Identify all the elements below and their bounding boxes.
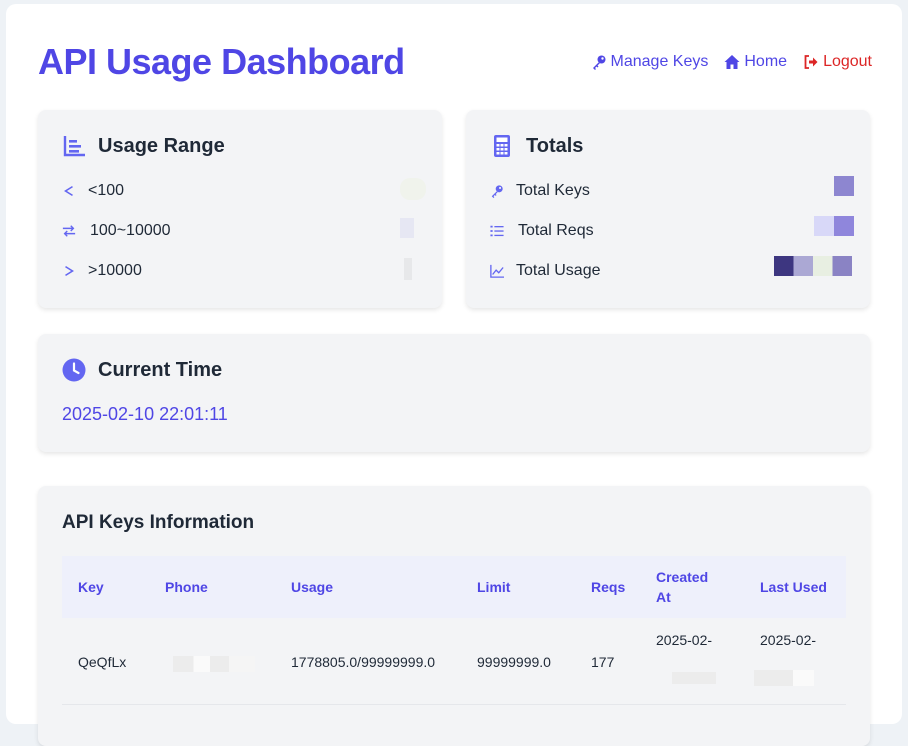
- key-icon: [490, 184, 504, 198]
- cell-limit: 99999999.0: [477, 654, 551, 670]
- redacted-value: [400, 178, 426, 200]
- manage-keys-label: Manage Keys: [610, 53, 709, 70]
- current-time-heading: Current Time: [62, 358, 222, 382]
- column-header-limit[interactable]: Limit: [477, 556, 510, 618]
- column-header-key[interactable]: Key: [78, 556, 104, 618]
- totals-item: Total Keys: [490, 182, 590, 200]
- home-icon: [724, 55, 740, 69]
- current-time-card: Current Time 2025-02-10 22:01:11: [38, 334, 870, 452]
- column-header-last-used[interactable]: Last Used: [760, 556, 827, 618]
- line-chart-icon: [490, 264, 504, 278]
- home-label: Home: [744, 53, 788, 70]
- cell-phone-redacted: [173, 656, 255, 672]
- usage-range-card: Usage Range <100 100~10000 >10000: [38, 110, 442, 308]
- api-keys-title: API Keys Information: [62, 512, 255, 533]
- logout-icon: [804, 55, 818, 69]
- usage-range-title: Usage Range: [98, 134, 225, 157]
- table-header: Key Phone Usage Limit Reqs Created At La…: [62, 556, 846, 618]
- table-row: QeQfLx 1778805.0/99999999.0 99999999.0 1…: [62, 618, 846, 705]
- totals-card: Totals Total Keys Total Reqs Total Usage: [466, 110, 870, 308]
- calculator-icon: [494, 135, 510, 157]
- greater-than-icon: [62, 264, 76, 278]
- cell-last-used: 2025-02-: [760, 632, 817, 648]
- totals-title: Totals: [526, 134, 584, 157]
- bar-chart-icon: [63, 136, 85, 157]
- top-nav: Manage Keys Home Logout: [591, 53, 872, 71]
- redacted-value: [400, 218, 414, 238]
- cell-usage: 1778805.0/99999999.0: [291, 654, 436, 670]
- clock-icon: [62, 358, 86, 382]
- usage-range-item: 100~10000: [62, 222, 171, 240]
- logout-label: Logout: [823, 53, 872, 70]
- cell-reqs: 177: [591, 654, 615, 670]
- usage-range-item: <100: [62, 182, 124, 200]
- exchange-icon: [62, 224, 76, 238]
- totals-item: Total Usage: [490, 262, 601, 280]
- redacted-value: [834, 176, 854, 196]
- list-icon: [490, 224, 504, 238]
- cell-key: QeQfLx: [78, 654, 127, 670]
- totals-item: Total Reqs: [490, 222, 594, 240]
- cell-last-used-redacted: [754, 670, 814, 686]
- totals-heading: Totals: [490, 134, 583, 158]
- current-time-title: Current Time: [98, 358, 223, 381]
- api-keys-card: API Keys Information Key Phone Usage Lim…: [38, 486, 870, 746]
- cell-created-at-redacted: [672, 672, 716, 684]
- redacted-value: [814, 216, 854, 236]
- dashboard-page: API Usage Dashboard Manage Keys Home Log…: [6, 4, 902, 746]
- column-header-reqs[interactable]: Reqs: [591, 556, 625, 618]
- column-header-created-at[interactable]: Created At: [656, 556, 726, 618]
- header: API Usage Dashboard Manage Keys Home Log…: [38, 34, 872, 90]
- usage-range-heading: Usage Range: [62, 134, 225, 158]
- logout-link[interactable]: Logout: [803, 53, 872, 71]
- page-title: API Usage Dashboard: [38, 41, 405, 82]
- manage-keys-link[interactable]: Manage Keys: [591, 53, 709, 71]
- usage-range-item: >10000: [62, 262, 142, 280]
- current-time-value: 2025-02-10 22:01:11: [62, 404, 228, 424]
- key-icon: [592, 55, 606, 70]
- redacted-value: [774, 256, 852, 276]
- column-header-phone[interactable]: Phone: [165, 556, 208, 618]
- cell-created-at: 2025-02-: [656, 632, 713, 648]
- less-than-icon: [62, 184, 76, 198]
- column-header-usage[interactable]: Usage: [291, 556, 333, 618]
- redacted-value: [404, 258, 412, 280]
- home-link[interactable]: Home: [724, 53, 787, 71]
